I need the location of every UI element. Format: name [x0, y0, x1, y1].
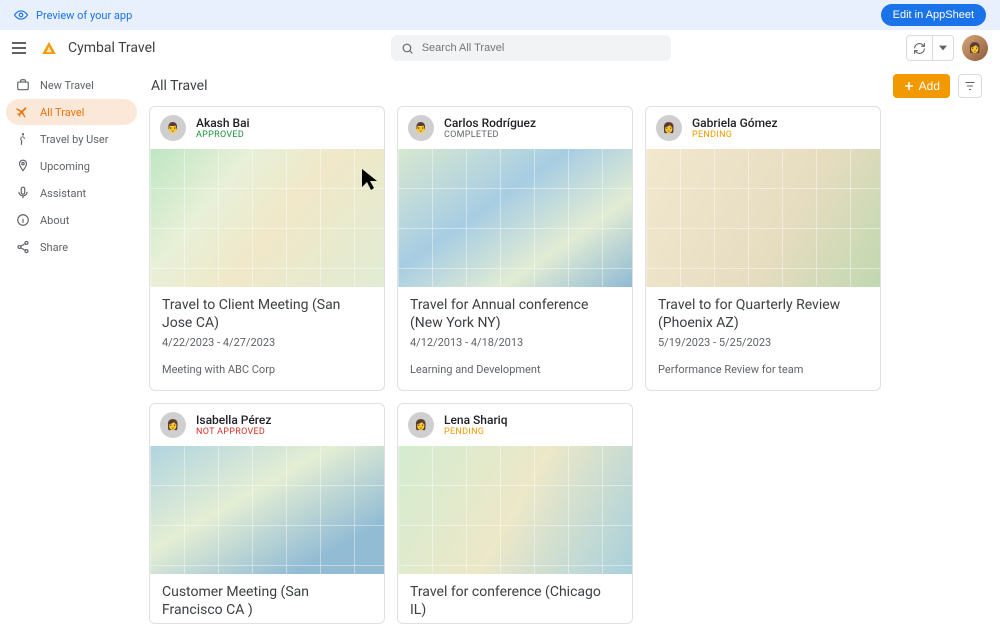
edit-in-appsheet-button[interactable]: Edit in AppSheet: [881, 4, 986, 26]
map-thumbnail: [150, 446, 384, 574]
person-name: Isabella Pérez: [196, 413, 271, 427]
app-header: Cymbal Travel 👩: [0, 30, 1000, 66]
plus-icon: [903, 80, 915, 92]
add-label: Add: [919, 79, 940, 93]
travel-card[interactable]: 👨 Akash Bai APPROVED Travel to Client Me…: [149, 106, 385, 391]
map-thumbnail: [398, 149, 632, 287]
status-badge: PENDING: [692, 130, 778, 140]
sidebar-item-share[interactable]: Share: [6, 234, 137, 260]
sync-icon: [913, 42, 926, 55]
person-avatar: 👨: [408, 115, 434, 141]
sync-control[interactable]: [906, 35, 954, 61]
status-badge: NOT APPROVED: [196, 427, 271, 437]
page-title: All Travel: [151, 78, 208, 94]
sidebar-item-label: Assistant: [40, 187, 86, 200]
person-avatar: 👩: [408, 412, 434, 438]
search-input[interactable]: [422, 42, 661, 54]
sidebar-item-assistant[interactable]: Assistant: [6, 180, 137, 206]
briefcase-icon: [16, 78, 30, 92]
card-desc: Learning and Development: [410, 363, 620, 376]
menu-button[interactable]: [12, 38, 32, 58]
sidebar-item-label: Share: [40, 241, 68, 254]
info-icon: [16, 213, 30, 227]
sidebar-item-about[interactable]: About: [6, 207, 137, 233]
eye-icon: [14, 8, 28, 22]
card-desc: Performance Review for team: [658, 363, 868, 376]
person-avatar: 👩: [656, 115, 682, 141]
map-thumbnail: [398, 446, 632, 574]
status-badge: APPROVED: [196, 130, 250, 140]
card-title: Travel to Client Meeting (San Jose CA): [162, 297, 372, 332]
pin-icon: [16, 159, 30, 173]
sidebar-item-new-travel[interactable]: New Travel: [6, 72, 137, 98]
sidebar-item-upcoming[interactable]: Upcoming: [6, 153, 137, 179]
travel-card[interactable]: 👩 Isabella Pérez NOT APPROVED Customer M…: [149, 403, 385, 624]
dropdown-caret-icon: [939, 44, 947, 52]
person-name: Gabriela Gómez: [692, 116, 778, 130]
map-thumbnail: [150, 149, 384, 287]
app-title: Cymbal Travel: [68, 40, 155, 56]
person-avatar: 👩: [160, 412, 186, 438]
status-badge: PENDING: [444, 427, 508, 437]
sidebar-item-label: About: [40, 214, 69, 227]
person-avatar: 👨: [160, 115, 186, 141]
preview-label-wrap: Preview of your app: [14, 8, 132, 22]
travel-card[interactable]: 👩 Lena Shariq PENDING Travel for confere…: [397, 403, 633, 624]
app-logo-icon: [40, 39, 58, 57]
sidebar-item-label: New Travel: [40, 79, 94, 92]
person-name: Akash Bai: [196, 116, 250, 130]
filter-button[interactable]: [958, 74, 982, 98]
sidebar: New Travel All Travel Travel by User Upc…: [0, 66, 145, 636]
search-icon: [401, 42, 414, 55]
walker-icon: [16, 132, 30, 146]
card-title: Customer Meeting (San Francisco CA ): [162, 584, 372, 619]
card-title: Travel for Annual conference (New York N…: [410, 297, 620, 332]
search-box[interactable]: [391, 35, 671, 61]
cards-grid: 👨 Akash Bai APPROVED Travel to Client Me…: [145, 106, 1000, 636]
card-desc: Meeting with ABC Corp: [162, 363, 372, 376]
card-title: Travel to for Quarterly Review (Phoenix …: [658, 297, 868, 332]
main-content: All Travel Add 👨 Akash Bai APPROVED: [145, 66, 1000, 636]
mic-icon: [16, 186, 30, 200]
preview-bar: Preview of your app Edit in AppSheet: [0, 0, 1000, 30]
sidebar-item-label: All Travel: [40, 106, 84, 119]
card-dates: 5/19/2023 - 5/25/2023: [658, 336, 868, 349]
sidebar-item-label: Upcoming: [40, 160, 90, 173]
card-title: Travel for conference (Chicago IL): [410, 584, 620, 619]
status-badge: COMPLETED: [444, 130, 536, 140]
filter-icon: [964, 80, 976, 92]
preview-label: Preview of your app: [36, 9, 132, 22]
person-name: Carlos Rodríguez: [444, 116, 536, 130]
person-name: Lena Shariq: [444, 413, 508, 427]
card-dates: 4/12/2013 - 4/18/2013: [410, 336, 620, 349]
sidebar-item-travel-by-user[interactable]: Travel by User: [6, 126, 137, 152]
card-dates: 4/22/2023 - 4/27/2023: [162, 336, 372, 349]
map-thumbnail: [646, 149, 880, 287]
sidebar-item-all-travel[interactable]: All Travel: [6, 99, 137, 125]
sidebar-item-label: Travel by User: [40, 133, 109, 146]
share-icon: [16, 240, 30, 254]
add-button[interactable]: Add: [893, 74, 950, 98]
travel-card[interactable]: 👩 Gabriela Gómez PENDING Travel to for Q…: [645, 106, 881, 391]
travel-card[interactable]: 👨 Carlos Rodríguez COMPLETED Travel for …: [397, 106, 633, 391]
user-avatar[interactable]: 👩: [962, 35, 988, 61]
plane-icon: [16, 105, 30, 119]
